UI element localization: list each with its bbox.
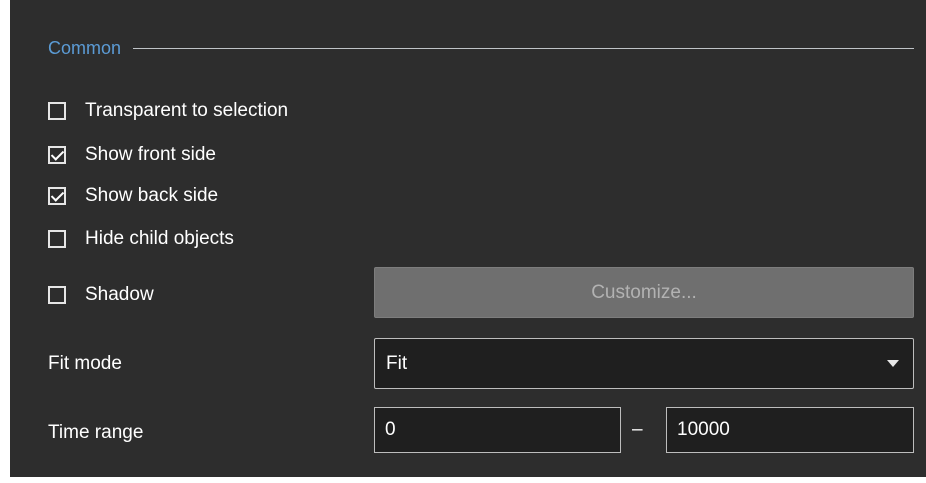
panel-edge-left (0, 0, 10, 483)
time-range-end-value: 10000 (677, 419, 730, 440)
option-label: Show front side (85, 144, 216, 165)
fit-mode-label: Fit mode (48, 353, 122, 374)
checkbox-icon[interactable] (48, 102, 66, 120)
time-range-start-input[interactable]: 0 (374, 407, 621, 453)
option-label: Shadow (85, 284, 154, 305)
option-label: Hide child objects (85, 228, 234, 249)
time-range-label: Time range (48, 422, 144, 443)
option-label: Show back side (85, 185, 219, 206)
time-range-start-value: 0 (385, 419, 396, 440)
time-range-end-input[interactable]: 10000 (666, 407, 914, 453)
option-hide-child-objects[interactable]: Hide child objects (48, 227, 234, 251)
panel-edge-bottom (0, 477, 926, 483)
checkbox-icon[interactable] (48, 286, 66, 304)
checkbox-icon[interactable] (48, 230, 66, 248)
option-transparent-to-selection[interactable]: Transparent to selection (48, 99, 288, 123)
option-show-front-side[interactable]: Show front side (48, 143, 216, 167)
chevron-down-icon[interactable] (887, 360, 899, 367)
section-header-common: Common (48, 36, 914, 60)
option-show-back-side[interactable]: Show back side (48, 184, 218, 208)
section-divider (133, 47, 914, 49)
fit-mode-value: Fit (386, 352, 408, 374)
option-label: Transparent to selection (85, 100, 289, 121)
time-range-separator: – (632, 419, 643, 440)
checkbox-checked-icon[interactable] (48, 187, 66, 205)
option-shadow[interactable]: Shadow (48, 283, 154, 307)
customize-button[interactable]: Customize... (374, 267, 914, 318)
properties-panel: Common Transparent to selection Show fro… (0, 0, 926, 483)
checkbox-checked-icon[interactable] (48, 146, 66, 164)
section-title: Common (48, 38, 122, 58)
fit-mode-select[interactable]: Fit (374, 338, 914, 389)
